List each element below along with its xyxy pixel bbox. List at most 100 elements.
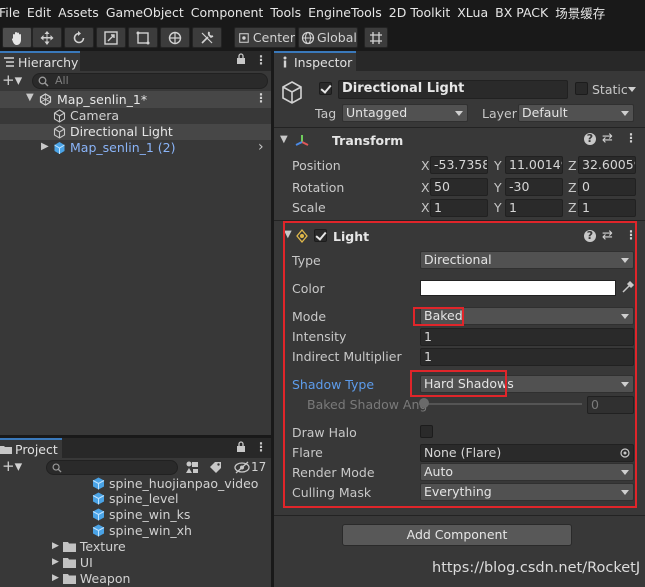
scale-y-input[interactable]: 1	[505, 199, 563, 217]
rotation-y-input[interactable]: -30	[505, 178, 563, 196]
menu-xlua[interactable]: XLua	[457, 5, 496, 20]
flare-object-field[interactable]: None (Flare)	[420, 444, 634, 462]
light-header[interactable]: ▼ Light ? ⇄ ⋮	[274, 226, 645, 246]
hierarchy-item-prefab[interactable]: ▶ Map_senlin_1 (2) ›	[0, 139, 271, 156]
folder-expand-icon[interactable]: ▶	[52, 541, 59, 551]
plus-icon[interactable]: +▾	[2, 71, 22, 89]
intensity-input[interactable]: 1	[420, 328, 634, 346]
scale-x-input[interactable]: 1	[430, 199, 488, 217]
pivot-toggle-button[interactable]: Center	[234, 27, 296, 48]
baked-shadow-angle-input[interactable]: 0	[587, 396, 634, 414]
add-component-button[interactable]: Add Component	[342, 524, 572, 546]
baked-shadow-slider-thumb[interactable]	[419, 398, 429, 408]
expand-arrow-icon[interactable]: ▼	[284, 229, 292, 240]
chevron-right-icon[interactable]: ›	[258, 139, 264, 155]
project-kebab-menu-icon[interactable]: ⋮	[255, 440, 267, 454]
component-menu-icon[interactable]: ⋮	[625, 228, 637, 242]
tab-project[interactable]: Project	[0, 438, 62, 458]
rotation-z-input[interactable]: 0	[578, 178, 636, 196]
position-x-input[interactable]: -53.7358	[430, 156, 488, 174]
transform-header[interactable]: ▼ Transform ? ⇄ ⋮	[274, 130, 645, 152]
active-checkbox[interactable]	[319, 82, 332, 95]
project-item[interactable]: spine_huojianpao_video	[92, 475, 258, 491]
presets-icon[interactable]: ⇄	[602, 131, 613, 146]
space-toggle-button[interactable]: Global	[298, 27, 358, 48]
tag-dropdown[interactable]: Untagged	[342, 104, 468, 122]
culling-mask-dropdown[interactable]: Everything	[420, 483, 634, 501]
menu-tools[interactable]: Tools	[270, 5, 309, 20]
scene-menu-icon[interactable]: ⋮	[255, 91, 267, 105]
project-folder[interactable]: ▶ Texture	[52, 538, 126, 554]
draw-halo-checkbox[interactable]	[420, 425, 433, 438]
search-by-type-icon[interactable]	[184, 460, 200, 475]
hierarchy-item-directional-light[interactable]: Directional Light	[0, 124, 271, 140]
project-folder[interactable]: ▶ UI	[52, 554, 93, 570]
rotation-x-input[interactable]: 50	[430, 178, 488, 196]
object-picker-icon[interactable]	[620, 448, 630, 458]
project-folder[interactable]: ▶ Weapon	[52, 570, 130, 586]
hierarchy-search-input[interactable]: All	[32, 73, 268, 89]
help-icon[interactable]: ?	[584, 230, 596, 242]
collapse-arrow-icon[interactable]: ▶	[41, 141, 49, 152]
hand-tool-button[interactable]	[2, 27, 32, 48]
indirect-multiplier-input[interactable]: 1	[420, 348, 634, 366]
transform-tool-button[interactable]	[160, 27, 190, 48]
layer-dropdown[interactable]: Default	[518, 104, 634, 122]
help-icon[interactable]: ?	[584, 133, 596, 145]
scale-z-input[interactable]: 1	[578, 199, 636, 217]
menu-edit[interactable]: Edit	[27, 5, 59, 20]
component-menu-icon[interactable]: ⋮	[625, 131, 637, 145]
folder-icon	[62, 573, 76, 584]
project-item[interactable]: spine_win_xh	[92, 522, 192, 538]
position-z-input[interactable]: 32.60059	[578, 156, 636, 174]
tab-inspector[interactable]: Inspector	[274, 51, 356, 71]
prefab-cube-icon	[92, 492, 105, 504]
project-search-input[interactable]	[46, 460, 178, 475]
color-swatch[interactable]	[420, 280, 616, 296]
scale-tool-button[interactable]	[96, 27, 126, 48]
menu-bx-pack[interactable]: BX PACK	[495, 5, 556, 20]
light-enabled-checkbox[interactable]	[314, 229, 327, 242]
menu-assets[interactable]: Assets	[58, 5, 107, 20]
custom-tool-button[interactable]	[192, 27, 222, 48]
scene-name: Map_senlin_1*	[57, 92, 148, 107]
kebab-menu-icon[interactable]: ⋮	[255, 53, 267, 67]
project-lock-icon[interactable]	[236, 441, 246, 456]
eyedropper-icon[interactable]	[621, 280, 635, 294]
menu-enginetools[interactable]: EngineTools	[308, 5, 390, 20]
baked-shadow-slider-track[interactable]	[424, 403, 582, 405]
move-tool-button[interactable]	[32, 27, 62, 48]
presets-icon[interactable]: ⇄	[602, 228, 613, 243]
project-item[interactable]: spine_level	[92, 490, 179, 506]
lock-icon[interactable]	[236, 53, 246, 68]
menu-gameobject[interactable]: GameObject	[106, 5, 192, 20]
static-checkbox[interactable]	[575, 82, 588, 95]
hidden-packages-icon[interactable]	[234, 461, 250, 474]
menu-file[interactable]: File	[0, 5, 28, 20]
mode-dropdown[interactable]: Baked	[420, 307, 634, 325]
menu-component[interactable]: Component	[191, 5, 272, 20]
axis-x-label: X	[421, 158, 430, 173]
project-plus-icon[interactable]: +▾	[2, 457, 22, 475]
render-mode-dropdown[interactable]: Auto	[420, 463, 634, 481]
project-item[interactable]: spine_win_ks	[92, 506, 190, 522]
shadow-type-dropdown[interactable]: Hard Shadows	[420, 375, 634, 393]
menu-scene-cache[interactable]: 场景缓存	[555, 3, 613, 22]
tab-hierarchy[interactable]: Hierarchy	[0, 51, 80, 71]
type-dropdown[interactable]: Directional	[420, 251, 634, 269]
rotate-tool-button[interactable]	[64, 27, 94, 48]
object-name-input[interactable]: Directional Light	[338, 80, 568, 99]
position-y-input[interactable]: 11.00149	[505, 156, 563, 174]
project-search-icon	[52, 463, 62, 473]
menu-2d-toolkit[interactable]: 2D Toolkit	[389, 5, 458, 20]
label-tag-icon[interactable]	[209, 461, 223, 474]
expand-arrow-icon[interactable]: ▼	[280, 134, 288, 145]
hierarchy-item-camera[interactable]: Camera	[0, 108, 271, 124]
folder-expand-icon[interactable]: ▶	[52, 557, 59, 567]
folder-expand-icon[interactable]: ▶	[52, 573, 59, 583]
expand-arrow-icon[interactable]: ▼	[26, 92, 34, 103]
scene-row[interactable]: ▼ Map_senlin_1* ⋮	[0, 91, 271, 108]
rect-tool-button[interactable]	[128, 27, 158, 48]
static-dropdown-arrow-icon[interactable]	[628, 87, 636, 92]
grid-snap-button[interactable]	[364, 27, 388, 48]
